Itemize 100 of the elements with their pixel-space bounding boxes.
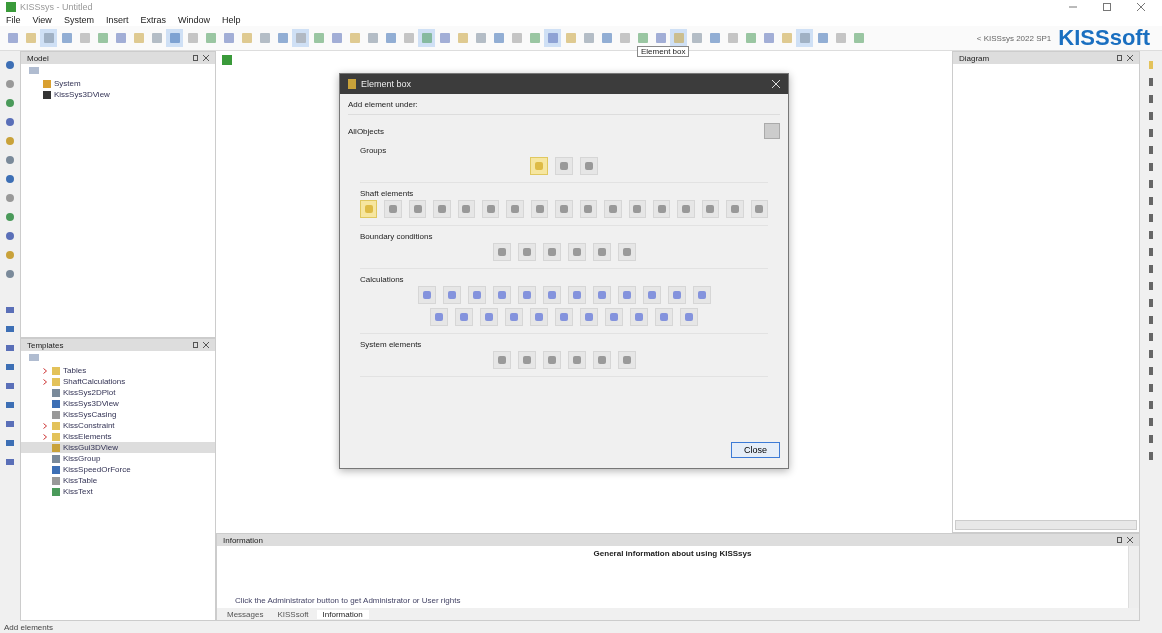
tree-item[interactable]: KissConstraint: [21, 420, 215, 431]
toolbar-icon[interactable]: [670, 29, 687, 47]
element-button[interactable]: [517, 286, 536, 304]
element-button[interactable]: [652, 200, 671, 218]
panel-tab[interactable]: Information: [316, 609, 369, 619]
element-button[interactable]: [680, 308, 698, 326]
toolbar-icon[interactable]: [418, 29, 435, 47]
sidebar-tool-icon[interactable]: [4, 437, 16, 449]
element-button[interactable]: [628, 200, 646, 218]
element-button[interactable]: [442, 286, 461, 304]
minimize-icon[interactable]: [1069, 3, 1077, 11]
pin-close-icon[interactable]: [1117, 537, 1133, 543]
element-button[interactable]: [555, 200, 573, 218]
element-button[interactable]: [433, 200, 451, 218]
sidebar-tool-icon[interactable]: [4, 399, 16, 411]
element-button[interactable]: [630, 308, 648, 326]
pin-close-icon[interactable]: [193, 342, 209, 348]
sidebar-tool-icon[interactable]: [4, 211, 16, 223]
element-button[interactable]: [667, 286, 686, 304]
element-button[interactable]: [542, 286, 561, 304]
element-button[interactable]: [642, 286, 661, 304]
element-button[interactable]: [617, 351, 636, 369]
element-button[interactable]: [455, 308, 473, 326]
element-button[interactable]: [542, 243, 561, 261]
element-button[interactable]: [492, 286, 511, 304]
element-button[interactable]: [492, 351, 511, 369]
element-button[interactable]: [750, 200, 768, 218]
element-button[interactable]: [542, 351, 561, 369]
tree-item[interactable]: KissTable: [21, 475, 215, 486]
tree-item[interactable]: KissGui3DView: [21, 442, 215, 453]
element-button[interactable]: [467, 286, 486, 304]
element-button[interactable]: [492, 243, 511, 261]
menu-item[interactable]: Help: [221, 15, 241, 25]
element-button[interactable]: [655, 308, 673, 326]
tree-item[interactable]: KissGroup: [21, 453, 215, 464]
sidebar-tool-icon[interactable]: [4, 380, 16, 392]
menu-item[interactable]: Window: [177, 15, 210, 25]
pin-close-icon[interactable]: [193, 55, 209, 61]
element-button[interactable]: [701, 200, 720, 218]
tree-item[interactable]: Tables: [21, 365, 215, 376]
toolbar-icon[interactable]: [796, 29, 813, 47]
sidebar-tool-icon[interactable]: [4, 192, 16, 204]
element-button[interactable]: [592, 286, 611, 304]
tree-item[interactable]: ShaftCalculations: [21, 376, 215, 387]
element-button[interactable]: [530, 200, 549, 218]
tree-item[interactable]: KissSys2DPlot: [21, 387, 215, 398]
tree-item[interactable]: System: [21, 78, 215, 89]
expander-icon[interactable]: [43, 378, 49, 385]
element-button[interactable]: [580, 308, 598, 326]
sidebar-tool-icon[interactable]: [4, 97, 16, 109]
menu-item[interactable]: Extras: [140, 15, 166, 25]
sidebar-tool-icon[interactable]: [4, 456, 16, 468]
sidebar-tool-icon[interactable]: [4, 323, 16, 335]
element-button[interactable]: [360, 200, 378, 218]
element-button[interactable]: [567, 243, 586, 261]
element-button[interactable]: [692, 286, 711, 304]
element-button[interactable]: [517, 351, 536, 369]
element-button[interactable]: [726, 200, 744, 218]
element-button[interactable]: [592, 351, 611, 369]
element-button[interactable]: [617, 286, 636, 304]
element-button[interactable]: [417, 286, 436, 304]
element-button[interactable]: [580, 157, 598, 175]
toolbar-icon[interactable]: [166, 29, 183, 47]
panel-tab[interactable]: Messages: [221, 609, 270, 619]
tree-item[interactable]: KissSys3DView: [21, 398, 215, 409]
tree-item[interactable]: KissElements: [21, 431, 215, 442]
expander-icon[interactable]: [43, 422, 49, 429]
sidebar-tool-icon[interactable]: [4, 418, 16, 430]
toolbar-icon[interactable]: [292, 29, 309, 47]
sidebar-tool-icon[interactable]: [4, 173, 16, 185]
sidebar-tool-icon[interactable]: [4, 135, 16, 147]
element-button[interactable]: [506, 200, 524, 218]
element-button[interactable]: [592, 243, 611, 261]
sidebar-tool-icon[interactable]: [4, 342, 16, 354]
sidebar-tool-icon[interactable]: [4, 116, 16, 128]
element-button[interactable]: [384, 200, 402, 218]
sidebar-tool-icon[interactable]: [4, 249, 16, 261]
vertical-scrollbar[interactable]: [1128, 546, 1139, 608]
element-button[interactable]: [567, 351, 586, 369]
element-button[interactable]: [555, 308, 573, 326]
element-button[interactable]: [555, 157, 573, 175]
element-button[interactable]: [505, 308, 523, 326]
element-button[interactable]: [579, 200, 598, 218]
menu-item[interactable]: View: [32, 15, 52, 25]
element-button[interactable]: [517, 243, 536, 261]
sidebar-tool-icon[interactable]: [4, 230, 16, 242]
element-button[interactable]: [530, 157, 548, 175]
tree-item[interactable]: KissSys3DView: [21, 89, 215, 100]
toolbar-icon[interactable]: [544, 29, 561, 47]
close-icon[interactable]: [1137, 3, 1145, 11]
pin-close-icon[interactable]: [1117, 55, 1133, 61]
element-button[interactable]: [457, 200, 476, 218]
sidebar-tool-icon[interactable]: [4, 268, 16, 280]
expander-icon[interactable]: [43, 433, 49, 440]
element-button[interactable]: [567, 286, 586, 304]
element-button[interactable]: [530, 308, 548, 326]
filter-button[interactable]: [764, 123, 780, 139]
tree-item[interactable]: KissText: [21, 486, 215, 497]
sidebar-tool-icon[interactable]: [4, 154, 16, 166]
tree-item[interactable]: KissSpeedOrForce: [21, 464, 215, 475]
